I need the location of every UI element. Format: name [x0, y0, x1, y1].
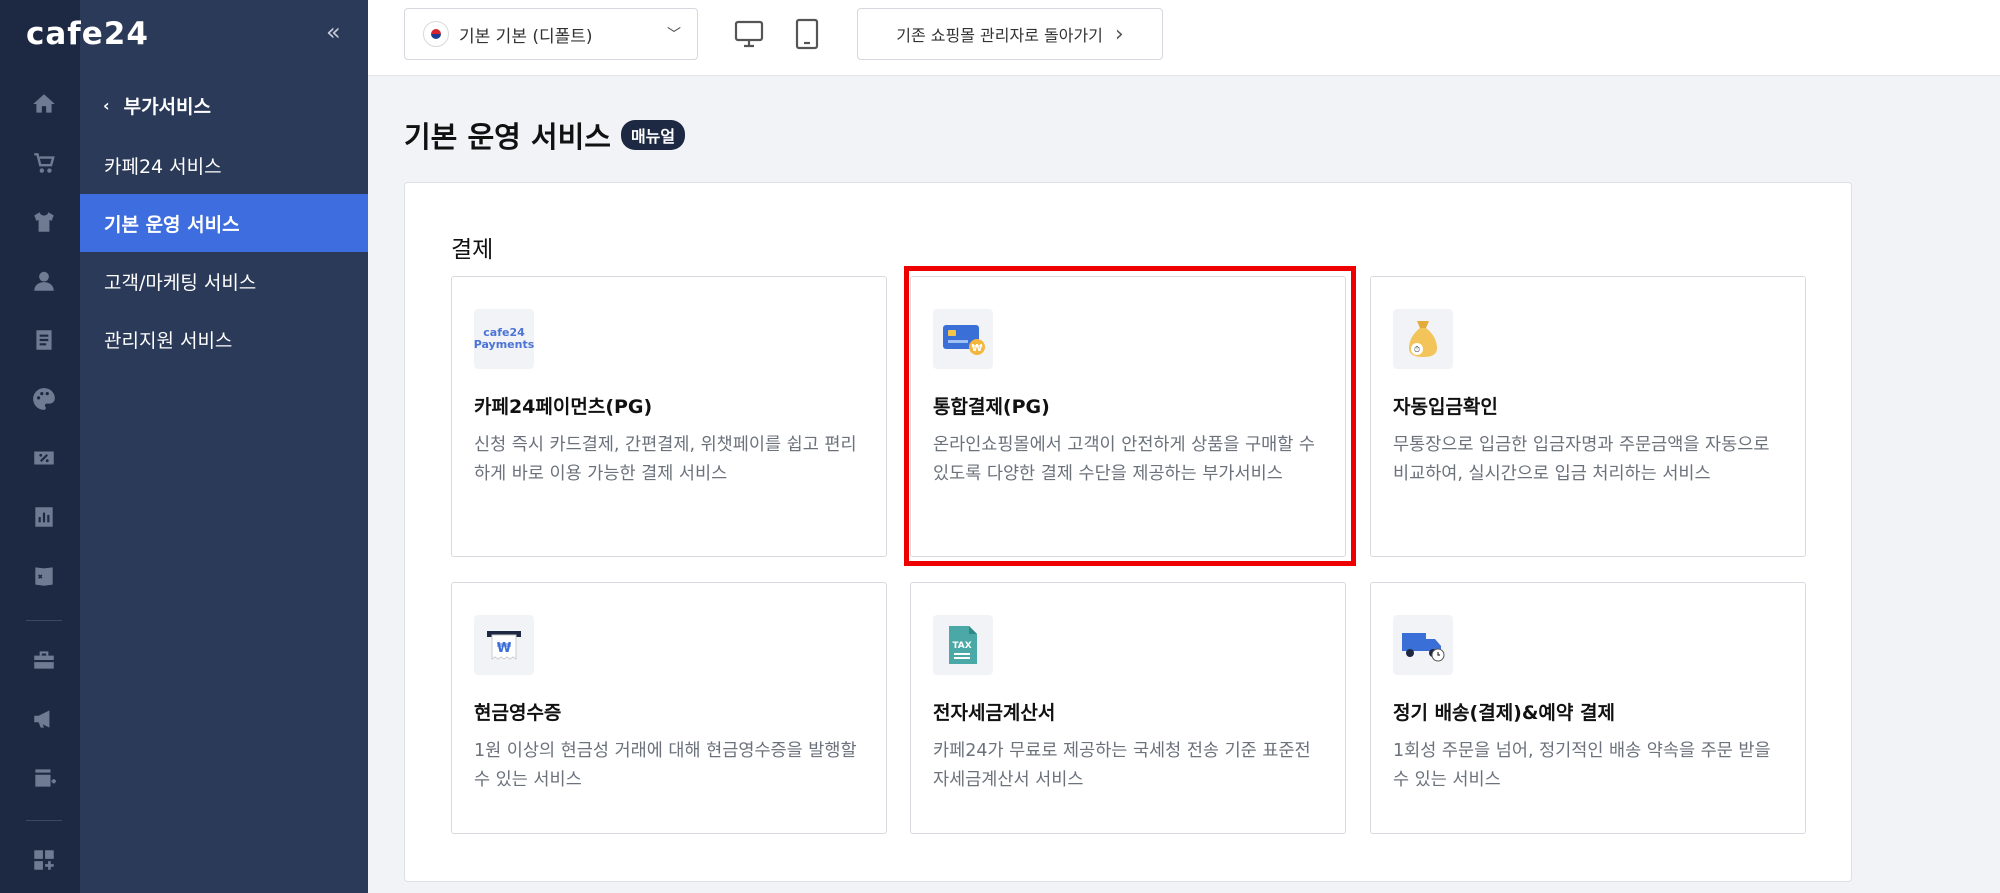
cafe24-logo[interactable]: cafe24 — [26, 16, 149, 52]
back-to-legacy-admin-button[interactable]: 기존 쇼핑몰 관리자로 돌아가기 › — [857, 8, 1163, 60]
cafe24-payments-icon: cafe24 Payments — [474, 309, 534, 369]
card-title: 카페24페이먼츠(PG) — [474, 396, 653, 418]
collapse-sidebar-icon[interactable]: « — [326, 18, 341, 46]
service-card-cafe24-payments[interactable]: cafe24 Payments 카페24페이먼츠(PG) 신청 즉시 카드결제,… — [451, 276, 887, 557]
card-description: 무통장으로 입금한 입금자명과 주문금액을 자동으로 비교하여, 실시간으로 입… — [1393, 435, 1770, 484]
svg-text:⏱: ⏱ — [1414, 345, 1420, 354]
tablet-view-icon[interactable] — [792, 18, 822, 50]
highlight-box — [904, 266, 1356, 566]
desktop-view-icon[interactable] — [734, 18, 764, 50]
cart-icon[interactable] — [24, 143, 64, 183]
chart-icon[interactable] — [24, 497, 64, 537]
service-card-subscription-delivery[interactable]: 정기 배송(결제)&예약 결제 1회성 주문을 넘어, 정기적인 배송 약속을 … — [1370, 582, 1806, 834]
shirt-icon[interactable] — [24, 202, 64, 242]
subnav-header-label: 부가서비스 — [123, 96, 211, 118]
card-title: 현금영수증 — [474, 702, 562, 724]
home-icon[interactable] — [24, 84, 64, 124]
mall-selector[interactable]: 기본 기본 (디폴트) ﹀ — [404, 8, 698, 60]
store-add-icon[interactable] — [24, 758, 64, 798]
apps-add-icon[interactable] — [24, 840, 64, 880]
megaphone-icon[interactable] — [24, 699, 64, 739]
toolbox-icon[interactable] — [24, 640, 64, 680]
svg-text:₩: ₩ — [497, 641, 512, 656]
chevron-down-icon: ﹀ — [667, 27, 681, 43]
person-icon[interactable] — [24, 261, 64, 301]
tax-icon-text: TAX — [952, 641, 971, 651]
card-description: 1원 이상의 현금성 거래에 대해 현금영수증을 발행할 수 있는 서비스 — [474, 741, 857, 790]
document-icon[interactable] — [24, 320, 64, 360]
service-card-auto-deposit[interactable]: ⏱ 자동입금확인 무통장으로 입금한 입금자명과 주문금액을 자동으로 비교하여… — [1370, 276, 1806, 557]
book-icon[interactable] — [24, 556, 64, 596]
manual-badge[interactable]: 매뉴얼 — [620, 120, 686, 150]
card-description: 신청 즉시 카드결제, 간편결제, 위챗페이를 쉽고 편리하게 바로 이용 가능… — [474, 435, 857, 484]
card-title: 정기 배송(결제)&예약 결제 — [1393, 702, 1615, 724]
receipt-icon: ₩ — [474, 615, 534, 675]
subnav-back-link[interactable]: ‹ 부가서비스 — [103, 92, 211, 119]
cafe24-payments-icon-text: cafe24 Payments — [473, 326, 535, 351]
top-bar: 기본 기본 (디폴트) ﹀ 기존 쇼핑몰 관리자로 돌아가기 › — [368, 0, 2000, 76]
card-title: 자동입금확인 — [1393, 396, 1498, 418]
service-card-cash-receipt[interactable]: ₩ 현금영수증 1원 이상의 현금성 거래에 대해 현금영수증을 발행할 수 있… — [451, 582, 887, 834]
chevron-right-icon: › — [1114, 21, 1124, 47]
subnav-item-basic-operation[interactable]: 기본 운영 서비스 — [80, 194, 368, 252]
delivery-truck-icon — [1393, 615, 1453, 675]
page-title-text: 기본 운영 서비스 — [404, 120, 611, 154]
card-description: 1회성 주문을 넘어, 정기적인 배송 약속을 주문 받을 수 있는 서비스 — [1393, 741, 1771, 790]
discount-icon[interactable] — [24, 438, 64, 478]
subnav-item-admin-support[interactable]: 관리지원 서비스 — [80, 310, 368, 368]
card-description: 카페24가 무료로 제공하는 국세청 전송 기준 표준전자세금계산서 서비스 — [933, 741, 1311, 790]
page-title: 기본 운영 서비스 매뉴얼 — [404, 114, 686, 156]
subnav-item-customer-marketing[interactable]: 고객/마케팅 서비스 — [80, 252, 368, 310]
chevron-left-icon: ‹ — [103, 96, 110, 115]
subnav-item-cafe24-services[interactable]: 카페24 서비스 — [80, 136, 368, 194]
palette-icon[interactable] — [24, 379, 64, 419]
mall-selector-label: 기본 기본 (디폴트) — [459, 26, 593, 47]
icon-rail — [0, 0, 80, 893]
korea-flag-icon — [423, 21, 449, 47]
tax-invoice-icon: TAX — [933, 615, 993, 675]
sub-sidebar — [80, 0, 368, 893]
section-title-payment: 결제 — [451, 237, 494, 263]
service-card-tax-invoice[interactable]: TAX 전자세금계산서 카페24가 무료로 제공하는 국세청 전송 기준 표준전… — [910, 582, 1346, 834]
back-to-legacy-admin-label: 기존 쇼핑몰 관리자로 돌아가기 — [896, 26, 1103, 45]
card-title: 전자세금계산서 — [933, 702, 1056, 724]
money-bag-icon: ⏱ — [1393, 309, 1453, 369]
